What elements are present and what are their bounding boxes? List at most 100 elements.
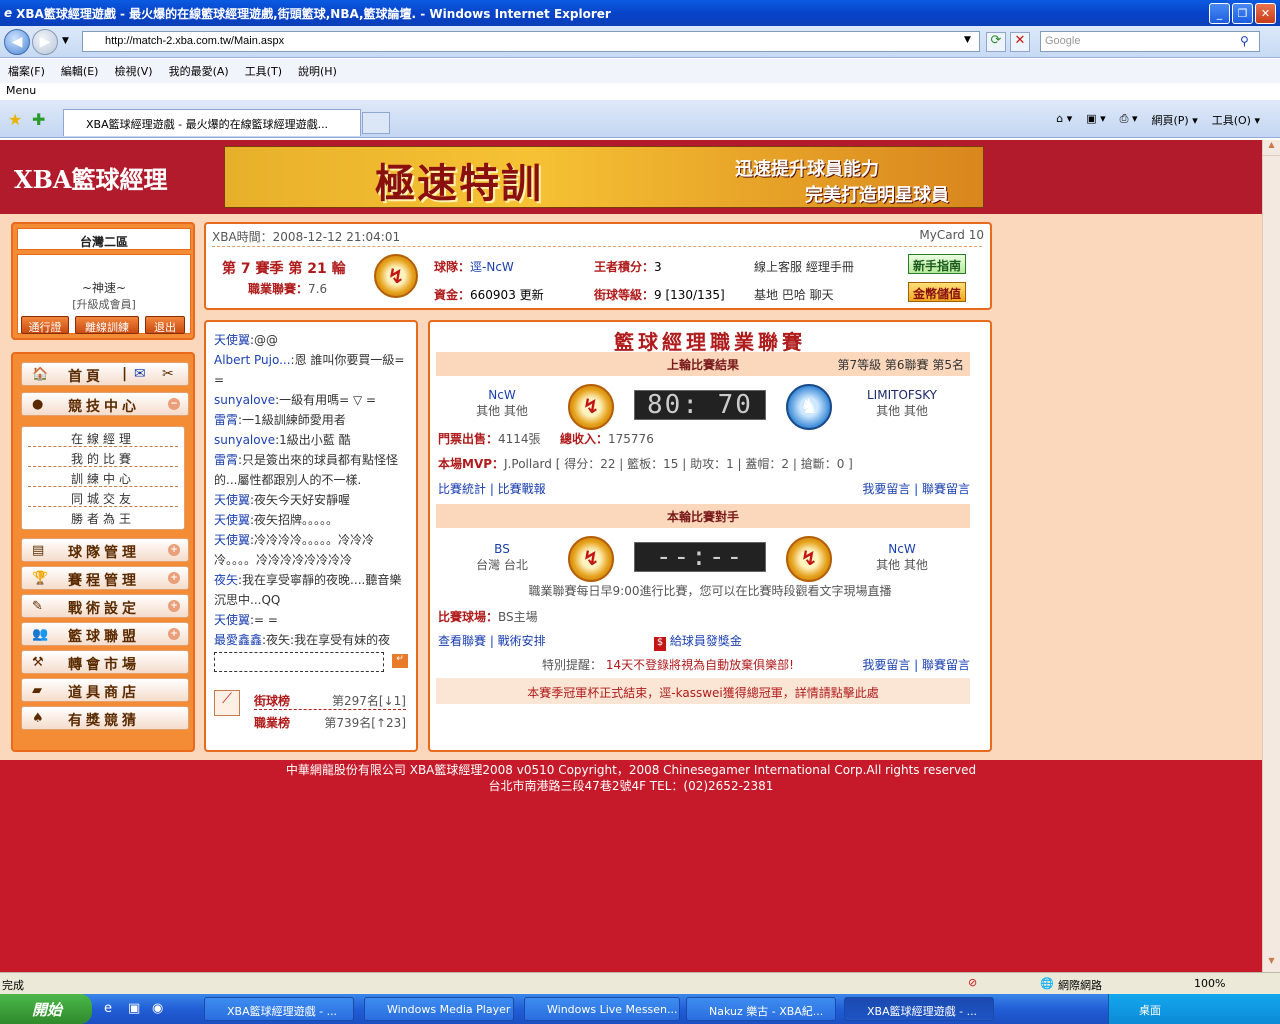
maximize-button[interactable]: ❐ [1232,3,1253,24]
chat-author[interactable]: 天使翼 [214,513,250,527]
menu-help[interactable]: 說明(H) [298,63,337,79]
menu-edit[interactable]: 編輯(E) [61,63,99,79]
match-stats-links[interactable]: 比賽統計 | 比賽戰報 [438,480,546,497]
chat-author[interactable]: sunyalove [214,393,275,407]
next-away-team[interactable]: NcW [850,542,954,556]
site-logo[interactable]: XBA籃球經理 [14,160,168,195]
feeds-icon[interactable]: ▣ ▾ [1086,112,1105,128]
away-team[interactable]: LIMITOFSKY [850,388,954,402]
support-links[interactable]: 線上客服 經理手冊 [754,258,854,275]
gold-topup-button[interactable]: 金幣儲值 [908,282,966,302]
chat-author[interactable]: 天使翼 [214,533,250,547]
page-menu[interactable]: 網頁(P) ▾ [1152,112,1198,128]
search-icon[interactable]: ⚲ [1240,34,1249,48]
tab-xba[interactable]: XBA籃球經理遊戲 - 最火爆的在線籃球經理遊戲... [63,109,361,136]
address-input[interactable]: http://match-2.xba.com.tw/Main.aspx [82,31,980,52]
league-view-links[interactable]: 查看聯賽 | 戰術安排 [438,632,546,649]
mail-icon[interactable]: ✉ [134,366,146,382]
next-away-emblem[interactable]: ↯ [786,536,832,582]
upgrade-link[interactable]: [升級成會員] [18,296,190,312]
vertical-scrollbar[interactable]: ▲ ▼ [1262,140,1280,972]
funds-value[interactable]: 660903 更新 [470,288,544,302]
print-icon[interactable]: ⎙ ▾ [1120,112,1138,128]
newbie-guide-button[interactable]: 新手指南 [908,254,966,274]
sub-online-managers[interactable]: 在線經理 [28,427,178,447]
chat-author[interactable]: 雷霄 [214,413,238,427]
task-xba-active[interactable]: XBA籃球經理遊戲 - ... [844,997,994,1021]
favorites-star-icon[interactable]: ★ [8,110,22,129]
next-home-team[interactable]: BS [470,542,534,556]
menu-file[interactable]: 檔案(F) [8,63,45,79]
add-favorite-icon[interactable]: ✚ [32,110,45,129]
chat-author[interactable]: 天使翼 [214,613,250,627]
expand-icon[interactable]: + [168,628,180,640]
address-dropdown-icon[interactable]: ▼ [964,35,971,45]
task-messenger[interactable]: Windows Live Messen... [524,997,680,1021]
refresh-icon[interactable]: ⟳ [986,32,1006,52]
sub-training-center[interactable]: 訓練中心 [28,467,178,487]
settings-icon[interactable]: ✂ [162,366,174,382]
send-icon[interactable]: ↵ [392,654,408,668]
home-team[interactable]: NcW [470,388,534,402]
home-emblem[interactable]: ↯ [568,384,614,430]
expand-icon[interactable]: + [168,600,180,612]
task-xba-1[interactable]: XBA籃球經理遊戲 - ... [204,997,354,1021]
sub-my-matches[interactable]: 我的比賽 [28,447,178,467]
chat-author[interactable]: 最愛鑫鑫 [214,633,262,647]
logout-button[interactable]: 退出 [145,316,185,334]
message-links-2[interactable]: 我要留言 | 聯賽留言 [862,656,970,673]
chat-author[interactable]: sunyalove [214,433,275,447]
offline-training-button[interactable]: 離線訓練 [75,316,139,334]
chat-author[interactable]: Albert Pujo... [214,353,291,367]
close-button[interactable]: ✕ [1255,3,1276,24]
nav-tactics[interactable]: ✎ 戰術設定 + [21,594,189,618]
away-emblem[interactable]: ♞ [786,384,832,430]
nav-competition[interactable]: ● 競技中心 − [21,392,189,416]
nav-quiz[interactable]: ♠ 有獎競猜 [21,706,189,730]
message-links[interactable]: 我要留言 | 聯賽留言 [862,480,970,497]
home-icon[interactable]: ⌂ ▾ [1056,112,1072,128]
nav-league[interactable]: 👥 籃球聯盟 + [21,622,189,646]
history-dropdown-icon[interactable]: ▼ [62,36,69,46]
start-button[interactable]: 開始 [0,994,92,1024]
expand-icon[interactable]: + [168,572,180,584]
collapse-icon[interactable]: − [168,398,180,410]
quicklaunch-desktop-icon[interactable]: ▣ [128,1001,140,1016]
back-button[interactable]: ◀ [4,29,30,55]
popup-blocker-icon[interactable]: ⊘ [968,976,977,989]
champion-notice[interactable]: 本賽季冠軍杯正式結束，逕-kasswei獲得總冠軍，詳情請點擊此處 [436,678,970,704]
search-input[interactable]: Google [1040,31,1260,52]
nav-home[interactable]: 🏠 首頁 | ✉ ✂ [21,362,189,386]
menu-favorites[interactable]: 我的最愛(A) [169,63,229,79]
menu-tools[interactable]: 工具(T) [245,63,282,79]
menu-view[interactable]: 檢視(V) [114,63,152,79]
chat-input[interactable] [214,652,384,672]
nav-team[interactable]: ▤ 球隊管理 + [21,538,189,562]
forward-button[interactable]: ▶ [32,29,58,55]
new-tab-button[interactable] [362,112,390,134]
team-emblem[interactable]: ↯ [374,254,418,298]
chat-author[interactable]: 夜矢 [214,573,238,587]
bonus-link[interactable]: 給球員發獎金 [670,634,742,648]
tools-menu[interactable]: 工具(O) ▾ [1212,112,1260,128]
next-home-emblem[interactable]: ↯ [568,536,614,582]
sub-local-friends[interactable]: 同城交友 [28,487,178,507]
zoom-level[interactable]: 100% [1194,977,1225,990]
desktop-toolbar-label[interactable]: 桌面 [1139,1004,1161,1017]
expand-icon[interactable]: + [168,544,180,556]
team-value[interactable]: 逕-NcW [470,260,514,274]
minimize-button[interactable]: _ [1209,3,1230,24]
mycard-link[interactable]: MyCard 10 [919,228,984,242]
stop-icon[interactable]: ✕ [1010,32,1030,52]
nav-shop[interactable]: ▰ 道具商店 [21,678,189,702]
chat-author[interactable]: 雷霄 [214,453,238,467]
chat-author[interactable]: 天使翼 [214,333,250,347]
sub-winners[interactable]: 勝者為王 [28,507,178,527]
base-links[interactable]: 基地 巴哈 聊天 [754,286,834,303]
nav-schedule[interactable]: 🏆 賽程管理 + [21,566,189,590]
nav-transfer[interactable]: ⚒ 轉會市場 [21,650,189,674]
quicklaunch-ie-icon[interactable]: e [104,1001,112,1016]
task-media-player[interactable]: Windows Media Player [364,997,514,1021]
chat-author[interactable]: 天使翼 [214,493,250,507]
quicklaunch-media-icon[interactable]: ◉ [152,1001,163,1016]
